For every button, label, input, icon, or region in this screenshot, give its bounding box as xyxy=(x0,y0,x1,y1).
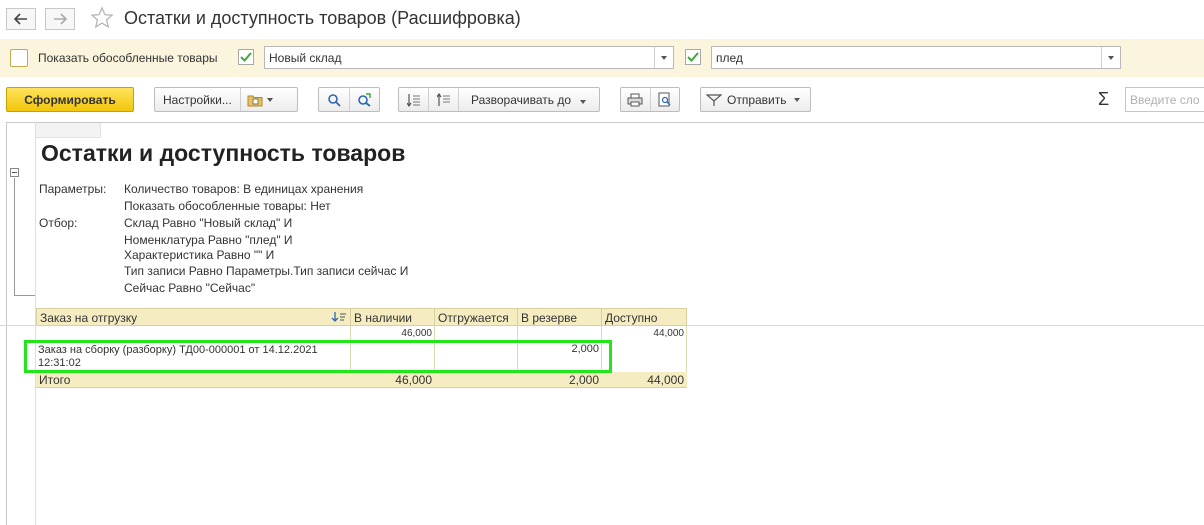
generate-button[interactable]: Сформировать xyxy=(6,87,134,112)
forward-button[interactable] xyxy=(45,8,75,30)
total-available: 44,000 xyxy=(602,372,687,388)
filter-line: Характеристика Равно "" И xyxy=(124,248,275,262)
back-button[interactable] xyxy=(6,8,36,30)
search-icon xyxy=(327,93,341,107)
dropdown-arrow-icon[interactable] xyxy=(654,47,673,68)
search-next-icon xyxy=(358,92,371,107)
variant-button[interactable] xyxy=(241,88,279,111)
item-value: плед xyxy=(716,51,743,65)
print-preview-icon xyxy=(658,92,671,107)
column-header-reserve[interactable]: В резерве xyxy=(518,308,602,326)
preview-button[interactable] xyxy=(651,88,680,111)
show-separate-label: Показать обособленные товары xyxy=(38,51,218,65)
expand-rows-icon xyxy=(406,93,420,107)
highlight-box xyxy=(24,340,612,373)
send-icon-wrap xyxy=(701,88,727,111)
settings-button[interactable]: Настройки... xyxy=(155,93,240,107)
param-line: Показать обособленные товары: Нет xyxy=(124,199,331,213)
column-header-shipping[interactable]: Отгружается xyxy=(435,308,518,326)
find-group xyxy=(318,87,380,112)
send-icon xyxy=(706,93,722,106)
warehouse-select[interactable]: Новый склад xyxy=(264,46,674,69)
warehouse-filter-checkbox[interactable] xyxy=(238,49,254,70)
total-in-stock: 46,000 xyxy=(351,372,435,388)
total-reserve: 2,000 xyxy=(518,372,602,388)
send-label: Отправить xyxy=(727,92,787,107)
checkmark-icon xyxy=(238,49,254,65)
arrow-right-icon xyxy=(54,13,67,25)
search-input[interactable]: Введите сло xyxy=(1125,87,1204,112)
item-filter-checkbox[interactable] xyxy=(685,49,701,70)
sheet-corner xyxy=(36,123,101,138)
group-collapse-toggle[interactable] xyxy=(10,168,19,177)
grouping-group: Разворачивать до xyxy=(398,87,600,112)
star-icon xyxy=(90,6,114,29)
sort-desc-icon[interactable] xyxy=(331,311,347,325)
column-header-order[interactable]: Заказ на отгрузку xyxy=(36,308,351,326)
report-frame xyxy=(6,122,1204,123)
group-available: 44,000 xyxy=(653,328,684,339)
collapse-all-button[interactable] xyxy=(429,88,458,111)
find-next-button[interactable] xyxy=(350,88,380,111)
find-button[interactable] xyxy=(319,88,349,111)
item-select[interactable]: плед xyxy=(711,46,1121,69)
params-label: Параметры: xyxy=(39,182,107,196)
filter-line: Склад Равно "Новый склад" И xyxy=(124,216,293,230)
warehouse-value: Новый склад xyxy=(269,51,342,65)
checkmark-icon xyxy=(685,49,701,65)
dropdown-arrow-icon[interactable] xyxy=(1101,47,1120,68)
arrow-left-icon xyxy=(14,13,27,25)
column-header-in-stock[interactable]: В наличии xyxy=(351,308,435,326)
chevron-down-icon xyxy=(793,97,800,102)
report-title: Остатки и доступность товаров xyxy=(41,140,406,166)
settings-group: Настройки... xyxy=(154,87,298,112)
print-group xyxy=(620,87,680,112)
folder-variant-icon xyxy=(247,95,263,106)
chevron-down-icon xyxy=(580,99,587,104)
expand-to-label: Разворачивать до xyxy=(471,92,572,107)
printer-icon xyxy=(627,93,643,106)
total-label: Итого xyxy=(36,372,351,388)
collapse-rows-icon xyxy=(436,92,450,106)
expand-all-button[interactable] xyxy=(399,88,428,111)
sum-icon[interactable]: Σ xyxy=(1098,89,1109,110)
show-separate-checkbox[interactable] xyxy=(10,49,28,67)
favorite-star-button[interactable] xyxy=(90,6,114,30)
column-header-available[interactable]: Доступно xyxy=(602,308,687,326)
param-line: Количество товаров: В единицах хранения xyxy=(124,182,364,196)
filter-line: Тип записи Равно Параметры.Тип записи се… xyxy=(124,264,409,278)
window-title: Остатки и доступность товаров (Расшифров… xyxy=(124,8,521,28)
send-button[interactable]: Отправить xyxy=(700,87,811,112)
filter-line: Номенклатура Равно "плед" И xyxy=(124,233,293,247)
generate-label: Сформировать xyxy=(24,92,116,107)
group-in-stock: 46,000 xyxy=(401,328,432,339)
expand-to-button[interactable]: Разворачивать до xyxy=(459,93,592,107)
print-button[interactable] xyxy=(621,88,650,111)
filter-line: Сейчас Равно "Сейчас" xyxy=(124,281,256,295)
filter-bar: Показать обособленные товары Новый склад… xyxy=(0,39,1204,77)
filter-label: Отбор: xyxy=(39,216,78,230)
total-shipping xyxy=(435,372,518,388)
